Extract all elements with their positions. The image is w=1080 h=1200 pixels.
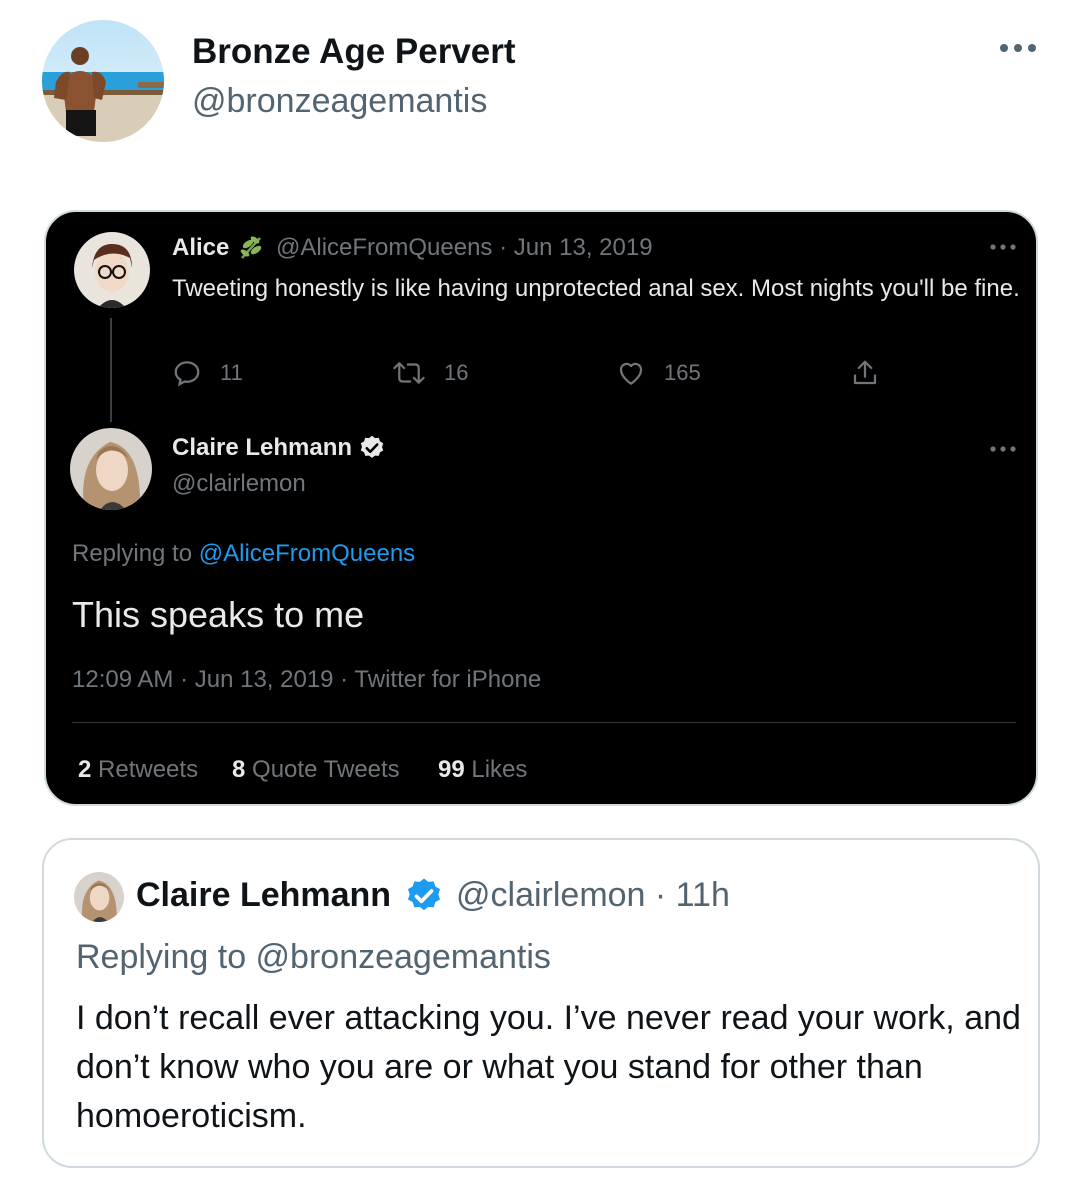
reply-icon <box>174 361 200 387</box>
alice-avatar <box>74 232 150 308</box>
retweets-stat-label: Retweets <box>98 756 199 783</box>
author-handle[interactable]: @bronzeagemantis <box>192 82 487 121</box>
quotes-stat-label: Quote Tweets <box>252 756 400 783</box>
quotes-stat-count: 8 <box>232 756 246 783</box>
retweets-stat-count: 2 <box>78 756 92 783</box>
more-options-icon[interactable] <box>998 34 1038 62</box>
parent-author-name: Alice <box>172 234 230 261</box>
retweet-icon <box>393 362 425 384</box>
reply-more-icon[interactable] <box>988 442 1018 456</box>
quoted-handle-time: @clairlemon · 11h <box>456 876 730 914</box>
plant-emoji-icon <box>236 232 266 262</box>
quoted-tweet-card[interactable]: Claire Lehmann @clairlemon · 11h Replyin… <box>42 838 1040 1168</box>
retweets-stat[interactable]: 2 Retweets <box>78 756 198 784</box>
share-icon <box>853 360 877 385</box>
verified-badge-icon <box>358 434 386 462</box>
like-count: 165 <box>664 360 701 385</box>
parent-meta: @AliceFromQueens · Jun 13, 2019 <box>276 234 653 261</box>
quotes-stat[interactable]: 8 Quote Tweets <box>232 756 400 784</box>
reply-count: 11 <box>220 360 243 385</box>
parent-date: Jun 13, 2019 <box>513 234 653 261</box>
likes-stat[interactable]: 99 Likes <box>438 756 527 784</box>
tweet-header: Bronze Age Pervert @bronzeagemantis <box>40 20 1040 144</box>
replying-label: Replying to <box>72 540 193 567</box>
claire-avatar <box>70 428 152 510</box>
share-action[interactable] <box>850 358 880 388</box>
parent-handle: @AliceFromQueens <box>276 234 493 261</box>
like-action[interactable]: 165 <box>616 358 701 388</box>
parent-tweet-text: Tweeting honestly is like having unprote… <box>172 275 1020 302</box>
author-name[interactable]: Bronze Age Pervert <box>192 32 516 72</box>
replying-to-link[interactable]: @AliceFromQueens <box>199 540 415 567</box>
heart-icon <box>619 362 643 385</box>
quoted-replying-to: Replying to @bronzeagemantis <box>76 938 551 976</box>
stats-divider <box>72 722 1016 723</box>
quoted-tweet-text: I don’t recall ever attacking you. I’ve … <box>76 999 1021 1135</box>
likes-stat-label: Likes <box>471 756 528 783</box>
reply-action[interactable]: 11 <box>172 358 243 388</box>
retweet-count: 16 <box>444 360 469 385</box>
reply-author-name: Claire Lehmann <box>172 434 353 461</box>
thread-line <box>110 318 112 422</box>
author-avatar[interactable] <box>42 20 164 142</box>
likes-stat-count: 99 <box>438 756 465 783</box>
reply-tweet-text: This speaks to me <box>72 594 365 635</box>
retweet-action[interactable]: 16 <box>392 358 468 388</box>
reply-author-handle: @clairlemon <box>172 470 306 497</box>
embedded-screenshot: Alice @AliceFromQueens · Jun 13, 2019 Tw… <box>44 210 1038 806</box>
reply-timestamp[interactable]: 12:09 AM · Jun 13, 2019 · Twitter for iP… <box>72 666 541 694</box>
quoted-author-name: Claire Lehmann <box>136 876 392 914</box>
quoted-verified-badge-icon <box>404 876 444 916</box>
replying-to-line: Replying to @AliceFromQueens <box>72 540 415 568</box>
quoted-avatar <box>74 872 124 922</box>
parent-more-icon[interactable] <box>988 240 1018 254</box>
